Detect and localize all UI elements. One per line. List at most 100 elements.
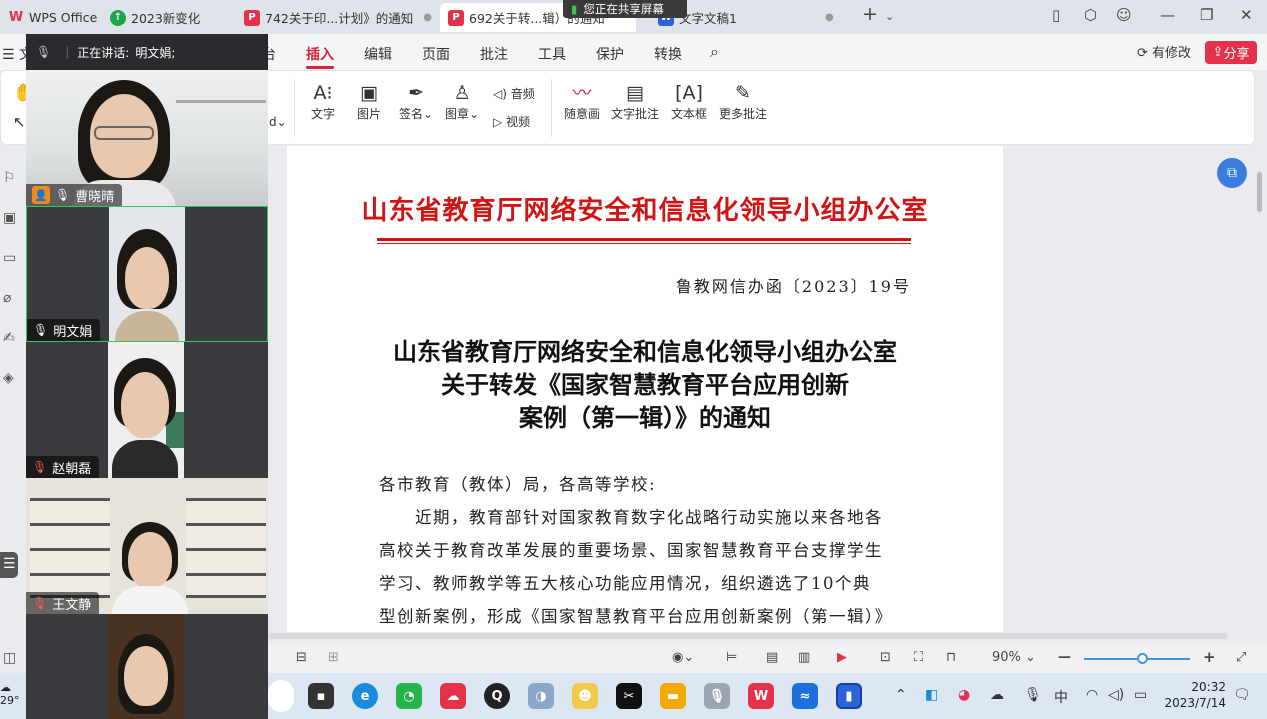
tab-wps-office[interactable]: W WPS Office <box>0 3 105 32</box>
chevron-down-icon[interactable]: ⌄ <box>885 10 894 23</box>
wps-taskbar-icon[interactable]: W <box>748 683 774 709</box>
microphone-icon[interactable]: 🎙 <box>36 45 51 59</box>
search-icon[interactable]: ⌕ <box>710 42 719 62</box>
video-icon: ▷ <box>493 115 503 129</box>
close-icon[interactable]: ✕ <box>1240 6 1253 24</box>
search-pill[interactable] <box>268 680 294 712</box>
sidebar-toggle-icon[interactable]: ☰ <box>0 552 18 578</box>
wifi-icon[interactable]: ◠ <box>1086 687 1098 703</box>
menu-edit[interactable]: 编辑 <box>364 44 392 64</box>
zoom-in-icon[interactable]: + <box>1203 648 1216 666</box>
vertical-scrollbar[interactable] <box>1257 172 1262 212</box>
fit-width-icon[interactable]: ⊡ <box>880 650 891 665</box>
participant-tile[interactable]: 👤 🎙 曹晓晴 <box>26 70 268 206</box>
qq-icon[interactable]: Q <box>484 683 510 709</box>
app-icon-7[interactable]: ☻ <box>572 683 598 709</box>
comment-icon[interactable]: ▭ <box>3 250 16 266</box>
textbox-icon: [A] <box>675 82 703 104</box>
freehand-button[interactable]: 〰 随意画 <box>564 81 600 122</box>
capcut-icon[interactable]: ✂ <box>616 683 642 709</box>
modified-button[interactable]: ⟳ 有修改 <box>1137 42 1191 61</box>
prev-page-icon[interactable]: ⊟ <box>296 650 307 665</box>
participant-tile[interactable]: 🎙 赵朝磊 <box>26 342 268 478</box>
meeting-app-icon[interactable]: ≈ <box>792 683 818 709</box>
tab-dot-icon[interactable]: ● <box>825 12 834 23</box>
clock-date: 2023/7/14 <box>1164 696 1226 710</box>
avatar[interactable]: ☺ <box>1116 6 1132 24</box>
edge-icon[interactable]: e <box>352 683 378 709</box>
tab-dot-icon[interactable]: ● <box>423 12 432 23</box>
share-button[interactable]: ⇪ 分享 <box>1205 41 1257 64</box>
tab-doc-742[interactable]: P 742关于印...计划》的通知 ● <box>236 3 440 32</box>
translate-float-icon[interactable]: ⧉ <box>1217 158 1247 188</box>
insert-audio-button[interactable]: ◁) 音频 <box>493 85 535 102</box>
menu-comment[interactable]: 批注 <box>480 44 508 64</box>
bookmark-icon[interactable]: ⚐ <box>3 170 16 186</box>
attachment-icon[interactable]: ⌀ <box>3 290 11 306</box>
file-explorer-icon[interactable]: ▬ <box>660 683 686 709</box>
onedrive-icon[interactable]: ☁ <box>990 687 1004 703</box>
window-layout-icon[interactable]: ▯ <box>1052 6 1060 24</box>
menu-insert[interactable]: 插入 <box>306 44 334 69</box>
fit-height-icon[interactable]: ⊨ <box>726 650 737 665</box>
tray-app-icon[interactable]: ◧ <box>925 687 938 703</box>
single-page-icon[interactable]: ▤ <box>766 650 778 665</box>
menu-convert[interactable]: 转换 <box>654 44 682 64</box>
more-comments-button[interactable]: ✎ 更多批注 <box>719 81 767 122</box>
horizontal-scrollbar[interactable] <box>268 633 1228 639</box>
eye-icon[interactable]: ◉⌄ <box>672 650 694 665</box>
participant-tile[interactable]: 🎙 王文静 <box>26 478 268 614</box>
mic-tray-icon[interactable]: 🎙 <box>1024 687 1042 703</box>
tray-expand-icon[interactable]: ⌃ <box>895 687 907 703</box>
minimize-icon[interactable]: — <box>1160 6 1175 24</box>
panel-icon[interactable]: ◫ <box>3 650 16 666</box>
double-page-icon[interactable]: ▥ <box>798 650 810 665</box>
signature-button[interactable]: ✒ 签名⌄ <box>399 81 433 122</box>
menu-page[interactable]: 页面 <box>422 44 450 64</box>
cube-icon[interactable]: ⬡ <box>1084 6 1097 24</box>
tab-2023-changes[interactable]: ↑ 2023新变化 <box>102 3 208 32</box>
wechat-icon[interactable]: ◔ <box>396 683 422 709</box>
next-page-icon[interactable]: ⊞ <box>328 650 339 665</box>
battery-icon[interactable]: ▭ <box>1134 687 1147 703</box>
participant-tile[interactable]: 🎙 明文娟 <box>26 206 268 342</box>
task-view-icon[interactable]: ▪ <box>308 683 334 709</box>
zoom-slider-knob[interactable] <box>1137 653 1149 664</box>
weather-widget[interactable]: ☁ 29° <box>0 681 20 707</box>
insert-video-button[interactable]: ▷ 视频 <box>493 113 530 130</box>
volume-icon[interactable]: ◁) <box>1108 687 1124 703</box>
notification-icon[interactable]: 🗨 <box>1233 687 1251 703</box>
tray-qq-icon[interactable]: ◕ <box>958 687 970 703</box>
layers-icon[interactable]: ◈ <box>3 370 14 386</box>
microphone-app-icon[interactable]: 🎙 <box>704 683 730 709</box>
new-tab-icon[interactable]: + <box>862 3 878 25</box>
system-clock[interactable]: 20:32 2023/7/14 <box>1162 679 1226 711</box>
wps-cloud-icon[interactable]: ☁ <box>440 683 466 709</box>
document-viewport[interactable]: 山东省教育厅网络安全和信息化领导小组办公室 鲁教网信办函〔2023〕19号 山东… <box>268 146 1256 632</box>
zoom-select[interactable]: 90% ⌄ <box>992 650 1036 665</box>
insert-image-label: 图片 <box>357 107 382 121</box>
ime-indicator[interactable]: 中 <box>1054 687 1068 707</box>
textbox-button[interactable]: [A] 文本框 <box>671 81 707 122</box>
menu-protect[interactable]: 保护 <box>596 44 624 64</box>
tencent-meeting-icon[interactable]: ▮ <box>836 683 862 709</box>
insert-text-label: 文字 <box>311 107 336 121</box>
insert-text-button[interactable]: A⁝ 文字 <box>311 81 335 122</box>
speaker-icon: ◁) <box>493 87 507 101</box>
participant-tile[interactable] <box>26 614 268 719</box>
insert-image-button[interactable]: ▣ 图片 <box>357 81 381 122</box>
play-icon[interactable]: ▶ <box>837 650 847 665</box>
menu-tools[interactable]: 工具 <box>538 44 566 64</box>
thumbnail-icon[interactable]: ▣ <box>3 210 16 226</box>
select-tool-icon[interactable]: ↖ <box>13 113 26 131</box>
app-icon-6[interactable]: ◑ <box>528 683 554 709</box>
fullscreen-icon[interactable]: ⊓ <box>946 650 956 665</box>
ribbon-dropdown[interactable]: d⌄ <box>269 115 287 129</box>
text-comment-button[interactable]: ▤ 文字批注 <box>611 81 659 122</box>
stamp-button[interactable]: ♙ 图章⌄ <box>445 81 479 122</box>
crop-icon[interactable]: ⛶ <box>914 650 923 665</box>
expand-icon[interactable]: ⤢ <box>1236 650 1246 665</box>
signature-panel-icon[interactable]: ✍ <box>3 330 15 346</box>
restore-icon[interactable]: ❐ <box>1200 6 1213 24</box>
zoom-out-icon[interactable]: — <box>1058 650 1071 665</box>
